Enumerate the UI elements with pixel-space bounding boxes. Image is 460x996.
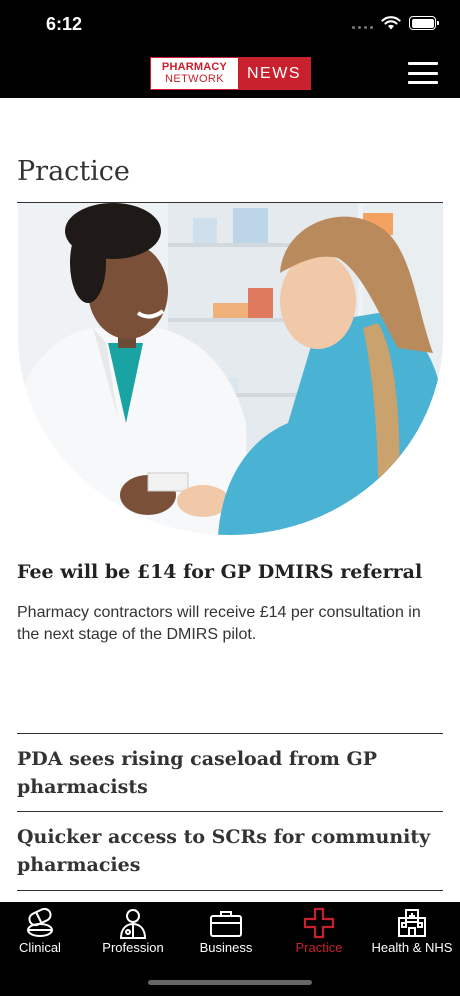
featured-article-title[interactable]: Fee will be £14 for GP DMIRS referral	[17, 561, 443, 583]
pharmacy-network-news-logo[interactable]: PHARMACY NETWORK NEWS	[150, 57, 311, 90]
tab-label: Health & NHS	[371, 940, 453, 955]
tab-label: Profession	[102, 940, 164, 955]
section-title: Practice	[17, 156, 130, 187]
medical-cross-icon	[303, 906, 335, 940]
article-divider	[17, 890, 443, 891]
logo-line2: NETWORK	[164, 73, 225, 85]
top-bar: 6:12 PHARMACY NETWORK NEWS	[0, 0, 460, 98]
status-time: 6:12	[46, 14, 83, 34]
tab-clinical[interactable]: Clinical	[0, 902, 86, 962]
logo-line1: PHARMACY	[161, 61, 228, 73]
tab-business[interactable]: Business	[180, 902, 272, 962]
article-title[interactable]: Quicker access to SCRs for community pha…	[17, 823, 443, 879]
status-icons	[352, 16, 439, 30]
pills-icon	[23, 906, 57, 940]
pharmacist-icon	[118, 906, 148, 940]
article-divider	[17, 811, 443, 812]
tab-practice[interactable]: Practice	[273, 902, 365, 962]
tab-label: Practice	[295, 940, 343, 955]
tab-health-nhs[interactable]: Health & NHS	[366, 902, 458, 962]
briefcase-icon	[209, 906, 243, 940]
battery-icon	[409, 16, 439, 30]
home-indicator[interactable]	[148, 980, 312, 985]
wifi-icon	[381, 16, 401, 30]
cellular-signal-icon	[352, 17, 373, 29]
tab-profession[interactable]: Profession	[87, 902, 179, 962]
tab-label: Clinical	[19, 940, 61, 955]
featured-article-image[interactable]	[18, 203, 443, 535]
featured-article-summary: Pharmacy contractors will receive £14 pe…	[17, 604, 421, 643]
hospital-icon	[397, 906, 427, 940]
logo-news: NEWS	[238, 58, 310, 89]
tab-label: Business	[199, 940, 253, 955]
article-title[interactable]: PDA sees rising caseload from GP pharmac…	[17, 745, 443, 801]
hamburger-menu-icon[interactable]	[408, 62, 438, 84]
article-divider	[17, 733, 443, 734]
